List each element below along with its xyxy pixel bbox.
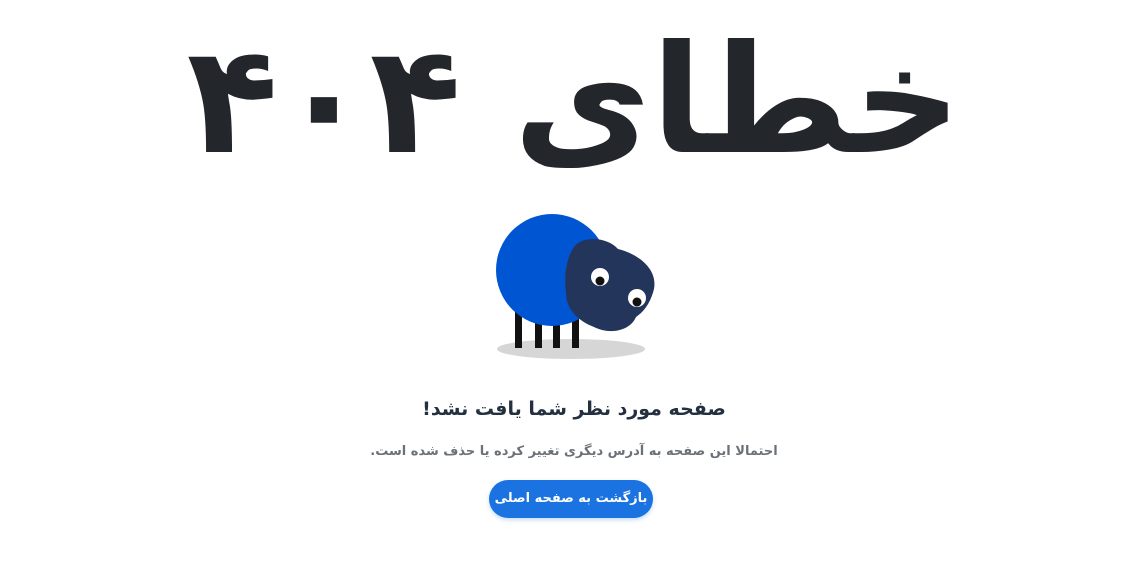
sheep-pupil: [632, 297, 642, 307]
sheep-ear: [576, 240, 612, 258]
sheep-illustration: [490, 205, 665, 365]
error-title: خطای ۴۰۴: [186, 14, 962, 188]
not-found-headline: صفحه مورد نظر شما یافت نشد!: [422, 398, 726, 420]
error-page: خطای ۴۰۴ صفحه مورد نظر شما یافت نشد! احت…: [0, 0, 1148, 576]
not-found-description: احتمالا این صفحه به آدرس دیگری تغییر کرد…: [370, 444, 778, 459]
back-to-home-button[interactable]: بازگشت به صفحه اصلی: [489, 480, 653, 518]
sheep-pupil: [595, 276, 605, 286]
